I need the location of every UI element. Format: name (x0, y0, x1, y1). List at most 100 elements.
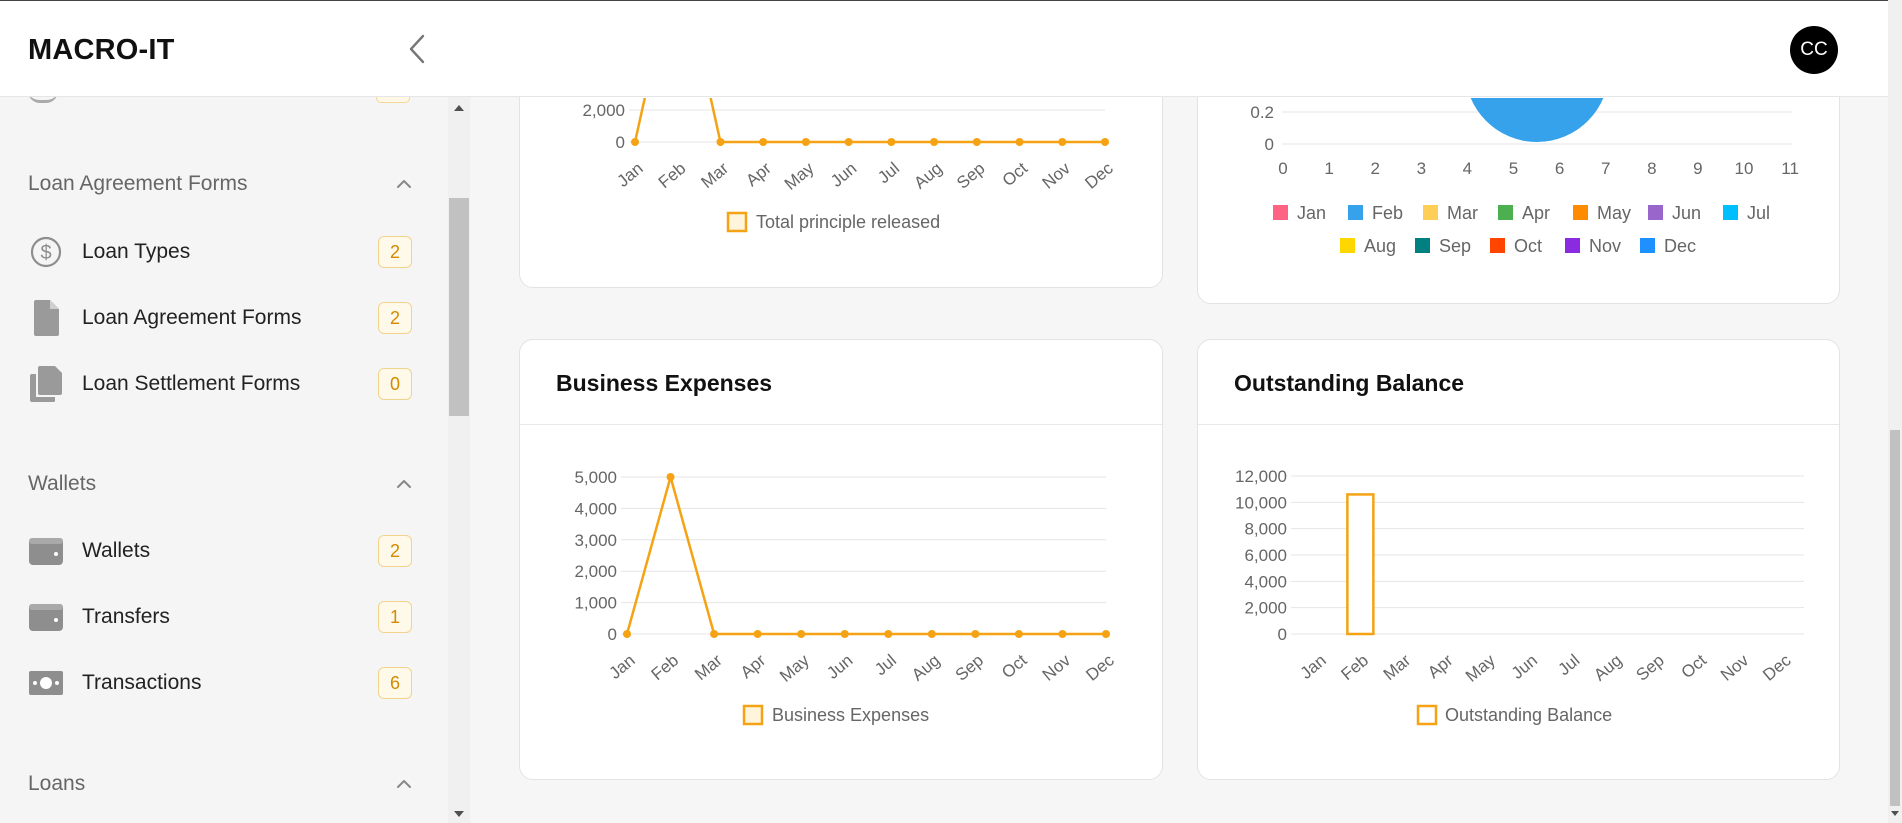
legend: Outstanding Balance (1416, 704, 1612, 726)
sidebar-item-loan-types[interactable]: $ Loan Types 2 (28, 230, 412, 274)
x-tick-label: Nov (1039, 158, 1075, 192)
legend-swatch (1273, 205, 1288, 220)
sidebar-item-label: Loan Types (82, 240, 191, 263)
dollar-circle-icon: $ (28, 232, 64, 272)
data-point (631, 138, 639, 146)
collapse-sidebar-button[interactable] (402, 31, 432, 67)
x-tick-label: 0 (1278, 159, 1287, 178)
x-tick-label: 8 (1647, 159, 1656, 178)
count-badge: 2 (378, 535, 412, 567)
chevron-up-icon (397, 480, 411, 488)
x-tick-label: Sep (952, 651, 987, 685)
chevron-up-icon (397, 780, 411, 788)
legend-swatch (1565, 238, 1580, 253)
x-tick-label: 11 (1781, 159, 1799, 178)
data-point (887, 138, 896, 146)
section-loans[interactable]: Loans (28, 768, 412, 800)
legend-swatch (1498, 205, 1513, 220)
legend-label: Jul (1747, 203, 1770, 223)
legend-swatch (1573, 205, 1588, 220)
sidebar-item-wallets[interactable]: Wallets 2 (28, 529, 412, 573)
sidebar-item-transfers[interactable]: Transfers 1 (28, 595, 412, 639)
data-point (840, 630, 849, 638)
section-title: Wallets (28, 472, 97, 495)
y-tick-label: 0 (608, 625, 617, 644)
count-badge: 0 (378, 368, 412, 400)
x-tick-label: May (1462, 650, 1499, 686)
legend: Jan Feb Mar Apr May Jun Jul Aug Sep Oct Nov Dec (1273, 203, 1770, 256)
data-point (801, 138, 810, 146)
data-point (1101, 138, 1109, 146)
legend-swatch (1416, 704, 1438, 726)
sidebar-item-transactions[interactable]: Transactions 6 (28, 661, 412, 705)
legend-label: Jun (1672, 203, 1701, 223)
x-tick-label: 10 (1735, 159, 1754, 178)
y-tick-label: 10,000 (1235, 493, 1287, 512)
legend-label: Business Expenses (772, 705, 929, 725)
x-tick-label: Nov (1039, 650, 1075, 684)
x-tick-label: Jul (874, 159, 903, 188)
legend-label: Total principle released (756, 212, 940, 232)
x-tick-label: 6 (1555, 159, 1564, 178)
scroll-up-arrow-icon[interactable] (454, 105, 464, 111)
line-chart: 5,000 4,000 3,000 2,000 1,000 0 Jan Feb Mar Apr Ma… (574, 468, 1118, 726)
x-tick-label: Mar (691, 650, 726, 684)
chevron-left-icon (409, 34, 425, 64)
x-tick-label: Dec (1081, 158, 1117, 192)
legend-label: Feb (1372, 203, 1403, 223)
brand-logo[interactable]: MACRO-IT (28, 34, 175, 67)
legend: Business Expenses (742, 704, 929, 726)
legend-swatch (1723, 205, 1738, 220)
y-tick-label: 0.2 (1250, 103, 1274, 122)
scrollbar-thumb[interactable] (449, 198, 469, 416)
legend-swatch (1348, 205, 1363, 220)
data-point (1102, 630, 1110, 638)
legend-swatch (1640, 238, 1655, 253)
legend-label: Oct (1514, 236, 1542, 256)
data-point (666, 473, 675, 481)
x-tick-label: May (776, 650, 813, 686)
legend-swatch (726, 211, 748, 233)
x-tick-label: 4 (1463, 159, 1472, 178)
x-tick-label: Feb (1337, 651, 1372, 684)
sidebar-item-loan-settlement-forms[interactable]: Loan Settlement Forms 0 (28, 362, 412, 406)
x-tick-label: Jul (871, 651, 900, 680)
page-scrollbar[interactable] (1888, 0, 1902, 823)
chart-card-outstanding-balance: Outstanding Balance 12,000 10,000 8,000 6,0… (1197, 339, 1840, 780)
scroll-down-arrow-icon[interactable] (1891, 811, 1899, 816)
sidebar: Loan Agreement Forms $ Loan Types 2 Loan… (0, 97, 448, 823)
legend-label: Aug (1364, 236, 1396, 256)
data-point (844, 138, 853, 146)
money-bill-icon (28, 663, 64, 703)
section-wallets[interactable]: Wallets (28, 468, 412, 500)
legend-swatch (1340, 238, 1355, 253)
bar-chart: 12,00010,0008,0006,0004,0002,0000Jan Feb M… (1235, 467, 1804, 726)
sidebar-item-label: Loan Settlement Forms (82, 372, 301, 395)
legend-swatch (1423, 205, 1438, 220)
x-tick-label: Sep (953, 159, 988, 193)
avatar[interactable]: CC (1790, 26, 1838, 74)
y-tick-label: 0 (1265, 135, 1274, 154)
x-tick-label: May (781, 158, 818, 194)
y-tick-label: 2,000 (582, 101, 625, 120)
legend-swatch (742, 704, 764, 726)
scrollbar-thumb[interactable] (1890, 430, 1900, 806)
data-point (1015, 138, 1024, 146)
legend-swatch (1415, 238, 1430, 253)
y-tick-label: 4,000 (574, 499, 617, 518)
sidebar-item-label: Transfers (82, 605, 170, 628)
sidebar-item-label: Loan Agreement Forms (82, 306, 302, 329)
x-tick-label: Apr (737, 650, 770, 682)
x-tick-label: 3 (1417, 159, 1426, 178)
section-loan-agreement-forms[interactable]: Loan Agreement Forms (28, 168, 412, 200)
partial-count-badge (376, 97, 410, 103)
sidebar-item-loan-agreement-forms[interactable]: Loan Agreement Forms 2 (28, 296, 412, 340)
data-point (759, 138, 768, 146)
sidebar-scrollbar[interactable] (448, 97, 470, 823)
x-tick-label: 2 (1370, 159, 1379, 178)
section-title: Loan Agreement Forms (28, 172, 248, 195)
x-tick-label: Jun (827, 159, 860, 191)
x-tick-label: Apr (742, 158, 775, 190)
scroll-down-arrow-icon[interactable] (454, 811, 464, 817)
x-tick-label: Sep (1632, 651, 1667, 685)
